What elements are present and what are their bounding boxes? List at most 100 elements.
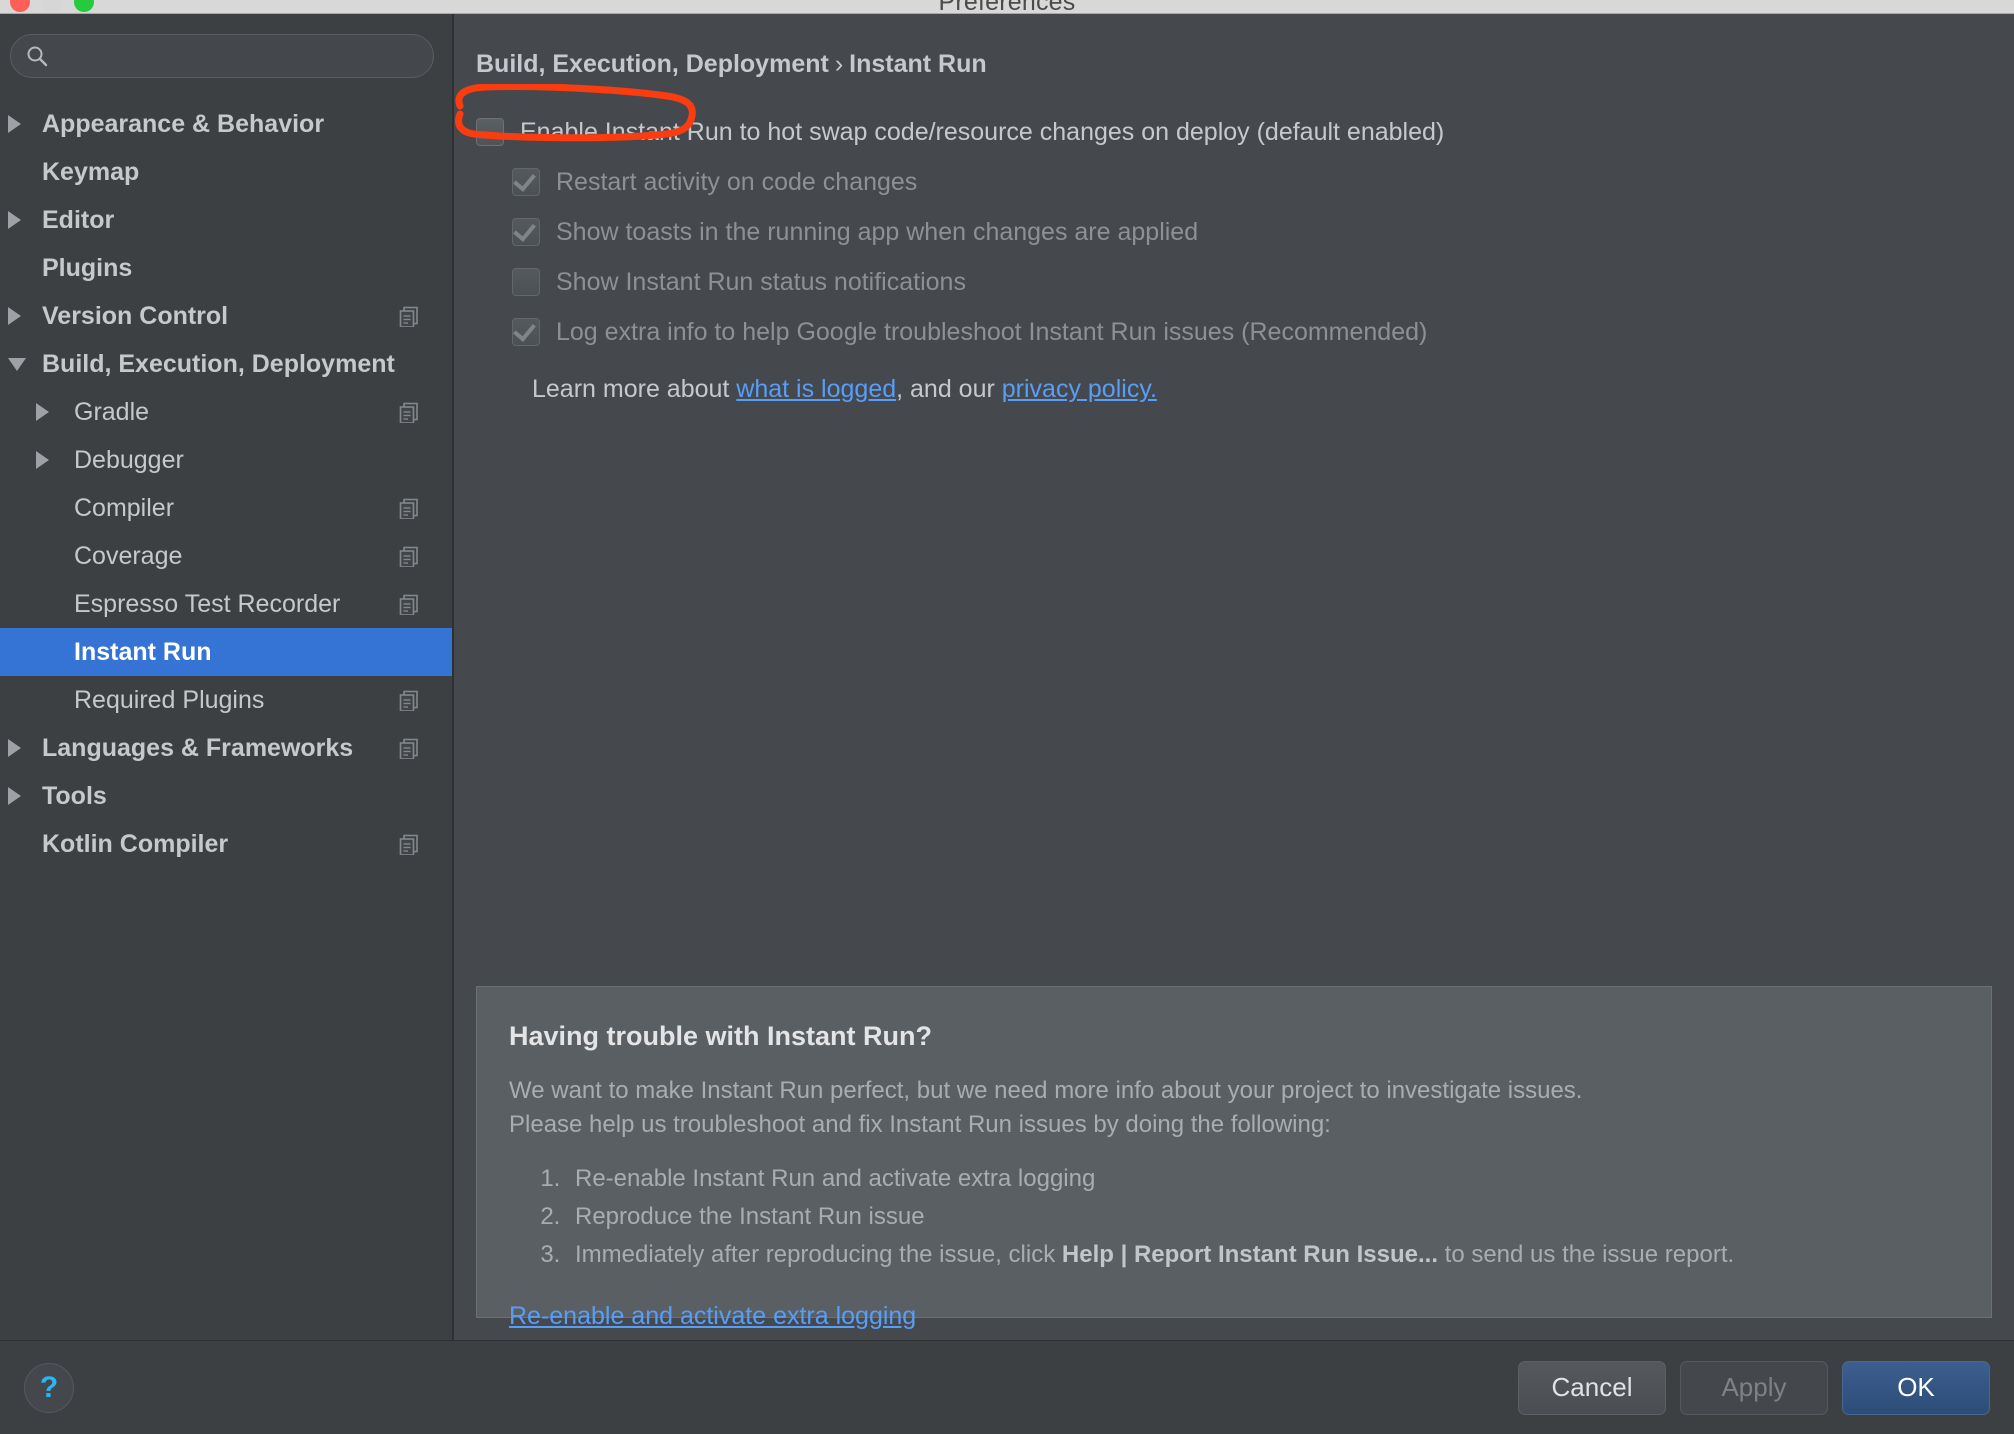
option-label: Enable Instant Run to hot swap code/reso… xyxy=(520,117,1445,146)
learn-more-text: Learn more about what is logged, and our… xyxy=(532,375,2014,404)
trouble-steps-list: Re-enable Instant Run and activate extra… xyxy=(567,1160,1959,1274)
sidebar-item-keymap[interactable]: Keymap xyxy=(0,148,452,196)
checkbox-restart-activity-on-code-changes xyxy=(512,168,540,196)
trouble-step-text: Immediately after reproducing the issue,… xyxy=(575,1240,1062,1268)
sidebar-item-label: Kotlin Compiler xyxy=(42,829,229,858)
re-enable-logging-link[interactable]: Re-enable and activate extra logging xyxy=(509,1302,916,1331)
what-is-logged-link[interactable]: what is logged xyxy=(736,375,896,403)
checkmark-icon xyxy=(513,168,536,192)
search-icon xyxy=(27,46,48,67)
checkbox-show-instant-run-status-notifications xyxy=(512,268,540,296)
sidebar-item-kotlin-compiler[interactable]: Kotlin Compiler xyxy=(0,820,452,868)
learn-more-prefix: Learn more about xyxy=(532,375,737,403)
option-label: Restart activity on code changes xyxy=(556,167,918,196)
sidebar-item-version-control[interactable]: Version Control xyxy=(0,292,452,340)
sidebar-item-label: Tools xyxy=(42,781,107,810)
apply-button[interactable]: Apply xyxy=(1680,1360,1828,1415)
trouble-step-text: Re-enable Instant Run and activate extra… xyxy=(575,1165,1096,1193)
option-label: Log extra info to help Google troublesho… xyxy=(556,317,1428,346)
sidebar-item-label: Gradle xyxy=(74,397,150,426)
privacy-policy-link[interactable]: privacy policy. xyxy=(1002,375,1157,403)
trouble-step: Reproduce the Instant Run issue xyxy=(567,1198,1959,1236)
breadcrumb-current: Instant Run xyxy=(849,50,987,78)
copy-settings-icon xyxy=(399,498,418,519)
checkmark-icon xyxy=(513,218,536,242)
checkmark-icon xyxy=(513,318,536,342)
copy-settings-icon xyxy=(399,594,418,615)
checkbox-log-extra-info-to-help-google-troublesho xyxy=(512,318,540,346)
sidebar-item-label: Espresso Test Recorder xyxy=(74,589,341,618)
breadcrumb-parent[interactable]: Build, Execution, Deployment xyxy=(476,50,829,78)
copy-settings-icon xyxy=(399,306,418,327)
option-row: Show toasts in the running app when chan… xyxy=(476,207,2014,257)
sidebar-item-debugger[interactable]: Debugger xyxy=(0,436,452,484)
search-input[interactable] xyxy=(49,43,419,69)
sidebar-item-build-execution-deployment[interactable]: Build, Execution, Deployment xyxy=(0,340,452,388)
sidebar-item-instant-run[interactable]: Instant Run xyxy=(0,628,452,676)
sidebar-item-tools[interactable]: Tools xyxy=(0,772,452,820)
chevron-right-icon[interactable] xyxy=(36,403,49,421)
sidebar-item-espresso-test-recorder[interactable]: Espresso Test Recorder xyxy=(0,580,452,628)
window-titlebar: Preferences xyxy=(0,0,2014,16)
dialog-body: Appearance & Behavior Keymap Editor Plugins… xyxy=(0,14,2014,1340)
checkbox-show-toasts-in-the-running-app-when-chan xyxy=(512,218,540,246)
copy-settings-icon xyxy=(399,402,418,423)
sidebar-item-label: Appearance & Behavior xyxy=(42,109,325,138)
option-row: Restart activity on code changes xyxy=(476,157,2014,207)
sidebar-item-plugins[interactable]: Plugins xyxy=(0,244,452,292)
chevron-right-icon[interactable] xyxy=(36,451,49,469)
breadcrumb-separator-icon: › xyxy=(834,50,844,78)
sidebar-item-label: Languages & Frameworks xyxy=(42,733,354,762)
settings-content-pane: Build, Execution, Deployment › Instant Run… xyxy=(454,14,2014,1340)
settings-sidebar: Appearance & Behavior Keymap Editor Plugins… xyxy=(0,14,454,1340)
breadcrumb: Build, Execution, Deployment › Instant Run xyxy=(476,50,2014,79)
learn-more-middle: , and our xyxy=(896,375,1002,403)
chevron-right-icon[interactable] xyxy=(8,115,21,133)
sidebar-item-compiler[interactable]: Compiler xyxy=(0,484,452,532)
option-row: Log extra info to help Google troublesho… xyxy=(476,307,2014,357)
trouble-step: Immediately after reproducing the issue,… xyxy=(567,1236,1959,1274)
sidebar-item-label: Version Control xyxy=(42,301,229,330)
settings-tree: Appearance & Behavior Keymap Editor Plugins… xyxy=(0,100,452,868)
preferences-window: Preferences Appearance & Behavior Keymap E… xyxy=(0,0,2014,1434)
copy-settings-icon xyxy=(399,546,418,567)
option-row: Enable Instant Run to hot swap code/reso… xyxy=(476,107,2014,157)
chevron-right-icon[interactable] xyxy=(8,739,21,757)
chevron-down-icon[interactable] xyxy=(8,357,26,371)
cancel-button[interactable]: Cancel xyxy=(1518,1360,1666,1415)
sidebar-item-label: Instant Run xyxy=(74,637,212,666)
trouble-step-text: Reproduce the Instant Run issue xyxy=(575,1203,925,1231)
sidebar-item-label: Keymap xyxy=(42,157,140,186)
sidebar-item-required-plugins[interactable]: Required Plugins xyxy=(0,676,452,724)
chevron-right-icon[interactable] xyxy=(8,787,21,805)
sidebar-item-label: Editor xyxy=(42,205,115,234)
sidebar-item-label: Debugger xyxy=(74,445,184,474)
trouble-heading: Having trouble with Instant Run? xyxy=(509,1021,932,1051)
help-button[interactable]: ? xyxy=(24,1362,74,1413)
option-label: Show toasts in the running app when chan… xyxy=(556,217,1199,246)
ok-button[interactable]: OK xyxy=(1842,1360,1990,1415)
sidebar-item-languages-frameworks[interactable]: Languages & Frameworks xyxy=(0,724,452,772)
sidebar-item-editor[interactable]: Editor xyxy=(0,196,452,244)
sidebar-item-label: Build, Execution, Deployment xyxy=(42,349,395,378)
instant-run-trouble-panel: Having trouble with Instant Run? We want… xyxy=(476,986,1992,1330)
sidebar-item-gradle[interactable]: Gradle xyxy=(0,388,452,436)
instant-run-options: Enable Instant Run to hot swap code/reso… xyxy=(454,107,2014,357)
search-field[interactable] xyxy=(10,34,434,78)
copy-settings-icon xyxy=(399,834,418,855)
trouble-paragraph-2: Please help us troubleshoot and fix Inst… xyxy=(509,1111,1331,1139)
sidebar-item-label: Required Plugins xyxy=(74,685,265,714)
chevron-right-icon[interactable] xyxy=(8,211,21,229)
trouble-step: Re-enable Instant Run and activate extra… xyxy=(567,1160,1959,1198)
checkbox-enable-instant-run-to-hot-swap-code-reso[interactable] xyxy=(476,118,504,146)
chevron-right-icon[interactable] xyxy=(8,307,21,325)
trouble-step-emphasis: Help | Report Instant Run Issue... xyxy=(1061,1240,1438,1268)
option-label: Show Instant Run status notifications xyxy=(556,267,966,296)
trouble-paragraph-1: We want to make Instant Run perfect, but… xyxy=(509,1077,1583,1104)
sidebar-item-label: Plugins xyxy=(42,253,133,282)
sidebar-item-coverage[interactable]: Coverage xyxy=(0,532,452,580)
sidebar-item-appearance-behavior[interactable]: Appearance & Behavior xyxy=(0,100,452,148)
trouble-step-tail: to send us the issue report. xyxy=(1437,1240,1735,1268)
dialog-footer: ? Cancel Apply OK xyxy=(0,1340,2014,1434)
copy-settings-icon xyxy=(399,738,418,759)
